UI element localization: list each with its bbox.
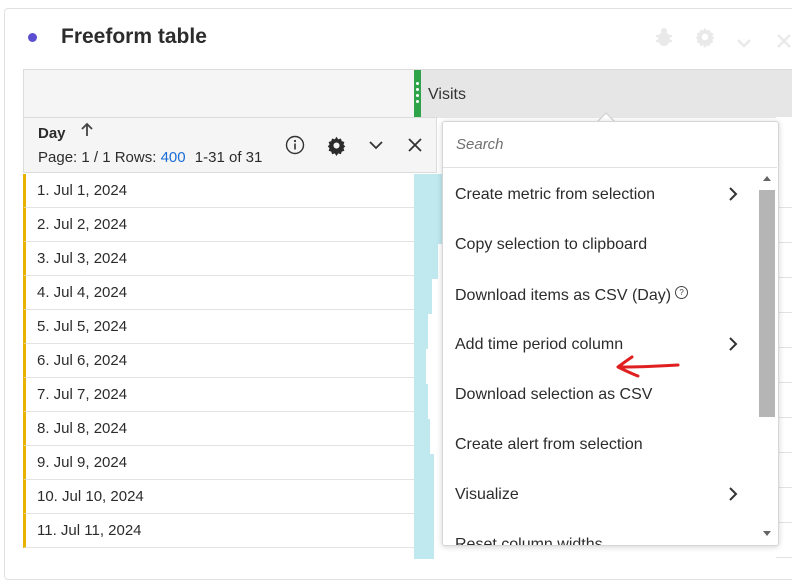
row-label: 11. Jul 11, 2024 xyxy=(37,522,142,539)
visits-bar xyxy=(414,279,432,314)
menu-item-label: Create alert from selection xyxy=(455,436,643,453)
visits-bar xyxy=(414,454,434,489)
menu-item-create-alert[interactable]: Create alert from selection xyxy=(443,421,755,471)
menu-item-download-selection-csv[interactable]: Download selection as CSV xyxy=(443,371,755,421)
menu-item-add-time-period[interactable]: Add time period column xyxy=(443,321,755,371)
close-icon[interactable] xyxy=(776,29,792,55)
row-label: 2. Jul 2, 2024 xyxy=(37,216,128,233)
help-icon[interactable]: ? xyxy=(675,286,689,299)
menu-item-label: Reset column widths xyxy=(455,536,603,546)
visits-bar xyxy=(414,174,442,209)
dimension-label[interactable]: Day xyxy=(38,125,66,142)
visits-bar xyxy=(414,314,428,349)
row-label: 5. Jul 5, 2024 xyxy=(37,318,128,335)
scroll-down-arrow-icon[interactable] xyxy=(763,531,771,536)
chevron-right-icon xyxy=(729,187,738,201)
row-label: 1. Jul 1, 2024 xyxy=(37,182,128,199)
visits-bar xyxy=(414,349,426,384)
menu-item-label: Download selection as CSV xyxy=(455,386,653,403)
visits-bar xyxy=(414,419,430,454)
panel-title: Freeform table xyxy=(61,25,207,48)
visits-bar xyxy=(414,524,434,559)
gear-icon[interactable] xyxy=(694,26,716,54)
row-label: 4. Jul 4, 2024 xyxy=(37,284,128,301)
scroll-thumb[interactable] xyxy=(759,190,775,417)
rows-per-page-link[interactable]: 400 xyxy=(161,149,186,166)
table-row[interactable]: 6. Jul 6, 2024 xyxy=(23,344,415,378)
menu-item-label: Copy selection to clipboard xyxy=(455,236,648,253)
visits-bar xyxy=(414,209,442,244)
table-body: 1. Jul 1, 2024 2. Jul 2, 2024 3. Jul 3, … xyxy=(23,174,415,568)
context-menu: Create metric from selection Copy select… xyxy=(442,121,779,546)
menu-item-download-items-csv[interactable]: Download items as CSV (Day)? xyxy=(443,271,755,321)
info-icon[interactable] xyxy=(283,133,307,157)
menu-item-create-metric[interactable]: Create metric from selection xyxy=(443,171,755,221)
table-row[interactable]: 9. Jul 9, 2024 xyxy=(23,446,415,480)
table-row[interactable]: 2. Jul 2, 2024 xyxy=(23,208,415,242)
chevron-right-icon xyxy=(729,487,738,501)
table-row[interactable]: 3. Jul 3, 2024 xyxy=(23,242,415,276)
row-label: 9. Jul 9, 2024 xyxy=(37,454,128,471)
arrow-up-icon[interactable] xyxy=(80,122,94,143)
annotation-arrow-icon xyxy=(616,355,680,378)
row-label: 6. Jul 6, 2024 xyxy=(37,352,128,369)
table-row[interactable]: 8. Jul 8, 2024 xyxy=(23,412,415,446)
visits-bar xyxy=(414,384,428,419)
menu-item-label: Download items as CSV (Day)? xyxy=(455,286,689,305)
bug-icon[interactable] xyxy=(653,26,675,54)
visits-column-label: Visits xyxy=(428,86,466,103)
dimension-header: Day Page: 1 / 1 Rows: 400 1-31 of 31 xyxy=(23,117,437,173)
table-row[interactable]: 10. Jul 10, 2024 xyxy=(23,480,415,514)
pagination-info: Page: 1 / 1 Rows: 400 1-31 of 31 xyxy=(38,149,262,166)
row-label: 10. Jul 10, 2024 xyxy=(37,488,144,505)
gear-icon[interactable] xyxy=(324,133,348,157)
scroll-up-arrow-icon[interactable] xyxy=(763,176,771,181)
panel-color-dot xyxy=(28,33,37,42)
table-row[interactable]: 1. Jul 1, 2024 xyxy=(23,174,415,208)
menu-scrollbar[interactable] xyxy=(756,168,778,545)
visits-bar xyxy=(414,244,438,279)
row-label: 7. Jul 7, 2024 xyxy=(37,386,128,403)
menu-item-reset-column-widths[interactable]: Reset column widths xyxy=(443,521,755,546)
chevron-down-icon[interactable] xyxy=(735,30,753,56)
visits-bar xyxy=(414,489,434,524)
menu-item-label: Create metric from selection xyxy=(455,186,656,203)
row-range: 1-31 of 31 xyxy=(194,149,263,166)
row-label: 3. Jul 3, 2024 xyxy=(37,250,128,267)
chevron-down-icon[interactable] xyxy=(364,133,388,157)
close-icon[interactable] xyxy=(403,133,427,157)
table-row[interactable]: 5. Jul 5, 2024 xyxy=(23,310,415,344)
column-drag-handle[interactable] xyxy=(414,70,421,118)
row-label: 8. Jul 8, 2024 xyxy=(37,420,128,437)
visits-column-header[interactable]: Visits xyxy=(414,69,792,118)
search-input[interactable] xyxy=(443,122,777,168)
menu-item-label: Add time period column xyxy=(455,336,624,353)
table-row[interactable]: 7. Jul 7, 2024 xyxy=(23,378,415,412)
page-prefix: Page: 1 / 1 Rows: xyxy=(38,149,157,166)
chevron-right-icon xyxy=(729,337,738,351)
table-row[interactable]: 11. Jul 11, 2024 xyxy=(23,514,415,548)
menu-item-visualize[interactable]: Visualize xyxy=(443,471,755,521)
menu-item-copy-selection[interactable]: Copy selection to clipboard xyxy=(443,221,755,271)
table-row[interactable]: 4. Jul 4, 2024 xyxy=(23,276,415,310)
visits-bars xyxy=(414,174,444,568)
menu-item-label: Visualize xyxy=(455,486,519,503)
